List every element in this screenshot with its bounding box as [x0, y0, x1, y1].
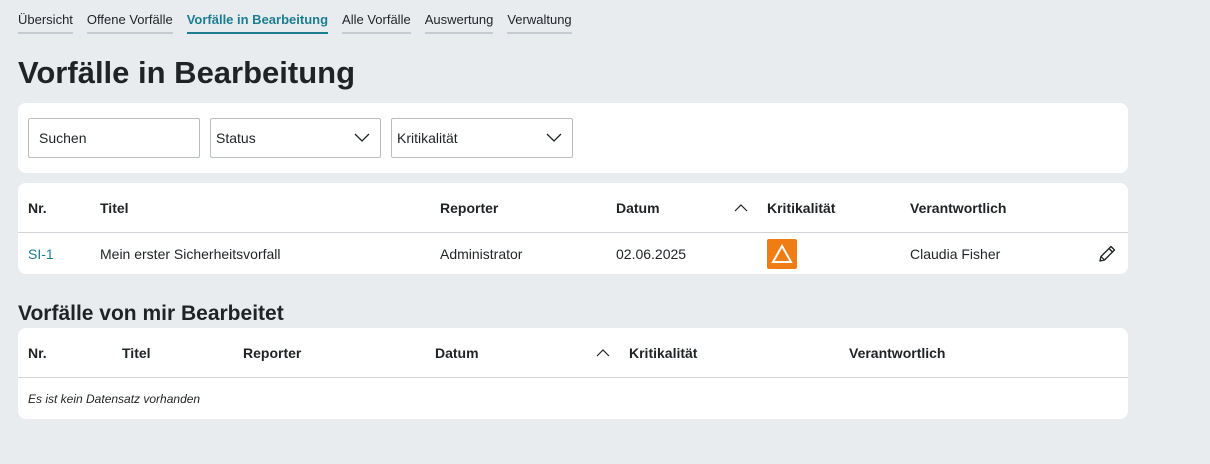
warning-triangle-icon [767, 238, 797, 269]
header-date[interactable]: Datum [616, 183, 660, 232]
cell-title: Mein erster Sicherheitsvorfall [100, 245, 281, 262]
my-incidents-table: Nr. Titel Reporter Datum Kritikalität Ve… [18, 328, 1128, 419]
tab-evaluation[interactable]: Auswertung [424, 12, 494, 34]
header-title[interactable]: Titel [100, 183, 129, 232]
search-input[interactable] [39, 130, 199, 146]
cell-date: 02.06.2025 [616, 245, 687, 262]
cell-reporter: Administrator [440, 245, 523, 262]
chevron-down-icon [546, 133, 562, 142]
header-nr[interactable]: Nr. [28, 183, 47, 232]
header-title[interactable]: Titel [122, 328, 151, 377]
table-header: Nr. Titel Reporter Datum Kritikalität Ve… [18, 328, 1128, 378]
header-owner[interactable]: Verantwortlich [910, 183, 1006, 232]
criticality-select-label: Kritikalität [397, 130, 458, 146]
table-row[interactable]: SI-1 Mein erster Sicherheitsvorfall Admi… [18, 233, 1128, 274]
page-title: Vorfälle in Bearbeitung [18, 55, 356, 90]
tab-overview[interactable]: Übersicht [18, 12, 73, 34]
empty-row: Es ist kein Datensatz vorhanden [18, 378, 1128, 419]
chevron-down-icon [354, 133, 370, 142]
table-header: Nr. Titel Reporter Datum Kritikalität Ve… [18, 183, 1128, 233]
header-owner[interactable]: Verantwortlich [849, 328, 945, 377]
header-reporter[interactable]: Reporter [243, 328, 301, 377]
header-nr[interactable]: Nr. [28, 328, 47, 377]
incident-link[interactable]: SI-1 [28, 233, 54, 274]
empty-message: Es ist kein Datensatz vorhanden [28, 391, 201, 406]
section-title-my-incidents: Vorfälle von mir Bearbeitet [18, 302, 284, 325]
pencil-icon [1099, 245, 1116, 262]
header-criticality[interactable]: Kritikalität [767, 183, 835, 232]
tab-open-incidents[interactable]: Offene Vorfälle [86, 12, 173, 34]
cell-owner: Claudia Fisher [910, 245, 1001, 262]
tab-all-incidents[interactable]: Alle Vorfälle [342, 12, 411, 34]
edit-button[interactable] [1096, 233, 1118, 274]
top-nav: Übersicht Offene Vorfälle Vorfälle in Be… [18, 12, 572, 34]
header-reporter[interactable]: Reporter [440, 183, 498, 232]
status-select-label: Status [216, 130, 256, 146]
incidents-in-progress-table: Nr. Titel Reporter Datum Kritikalität Ve… [18, 183, 1128, 274]
criticality-select[interactable]: Kritikalität [391, 118, 573, 158]
header-date[interactable]: Datum [435, 328, 479, 377]
filter-panel: Status Kritikalität [18, 103, 1128, 173]
tab-incidents-in-progress[interactable]: Vorfälle in Bearbeitung [186, 12, 329, 34]
search-field[interactable] [28, 118, 200, 158]
tab-administration[interactable]: Verwaltung [507, 12, 572, 34]
status-select[interactable]: Status [210, 118, 381, 158]
header-criticality[interactable]: Kritikalität [629, 328, 697, 377]
sort-asc-icon[interactable] [596, 328, 610, 377]
sort-asc-icon[interactable] [734, 183, 748, 232]
cell-criticality [767, 233, 797, 274]
